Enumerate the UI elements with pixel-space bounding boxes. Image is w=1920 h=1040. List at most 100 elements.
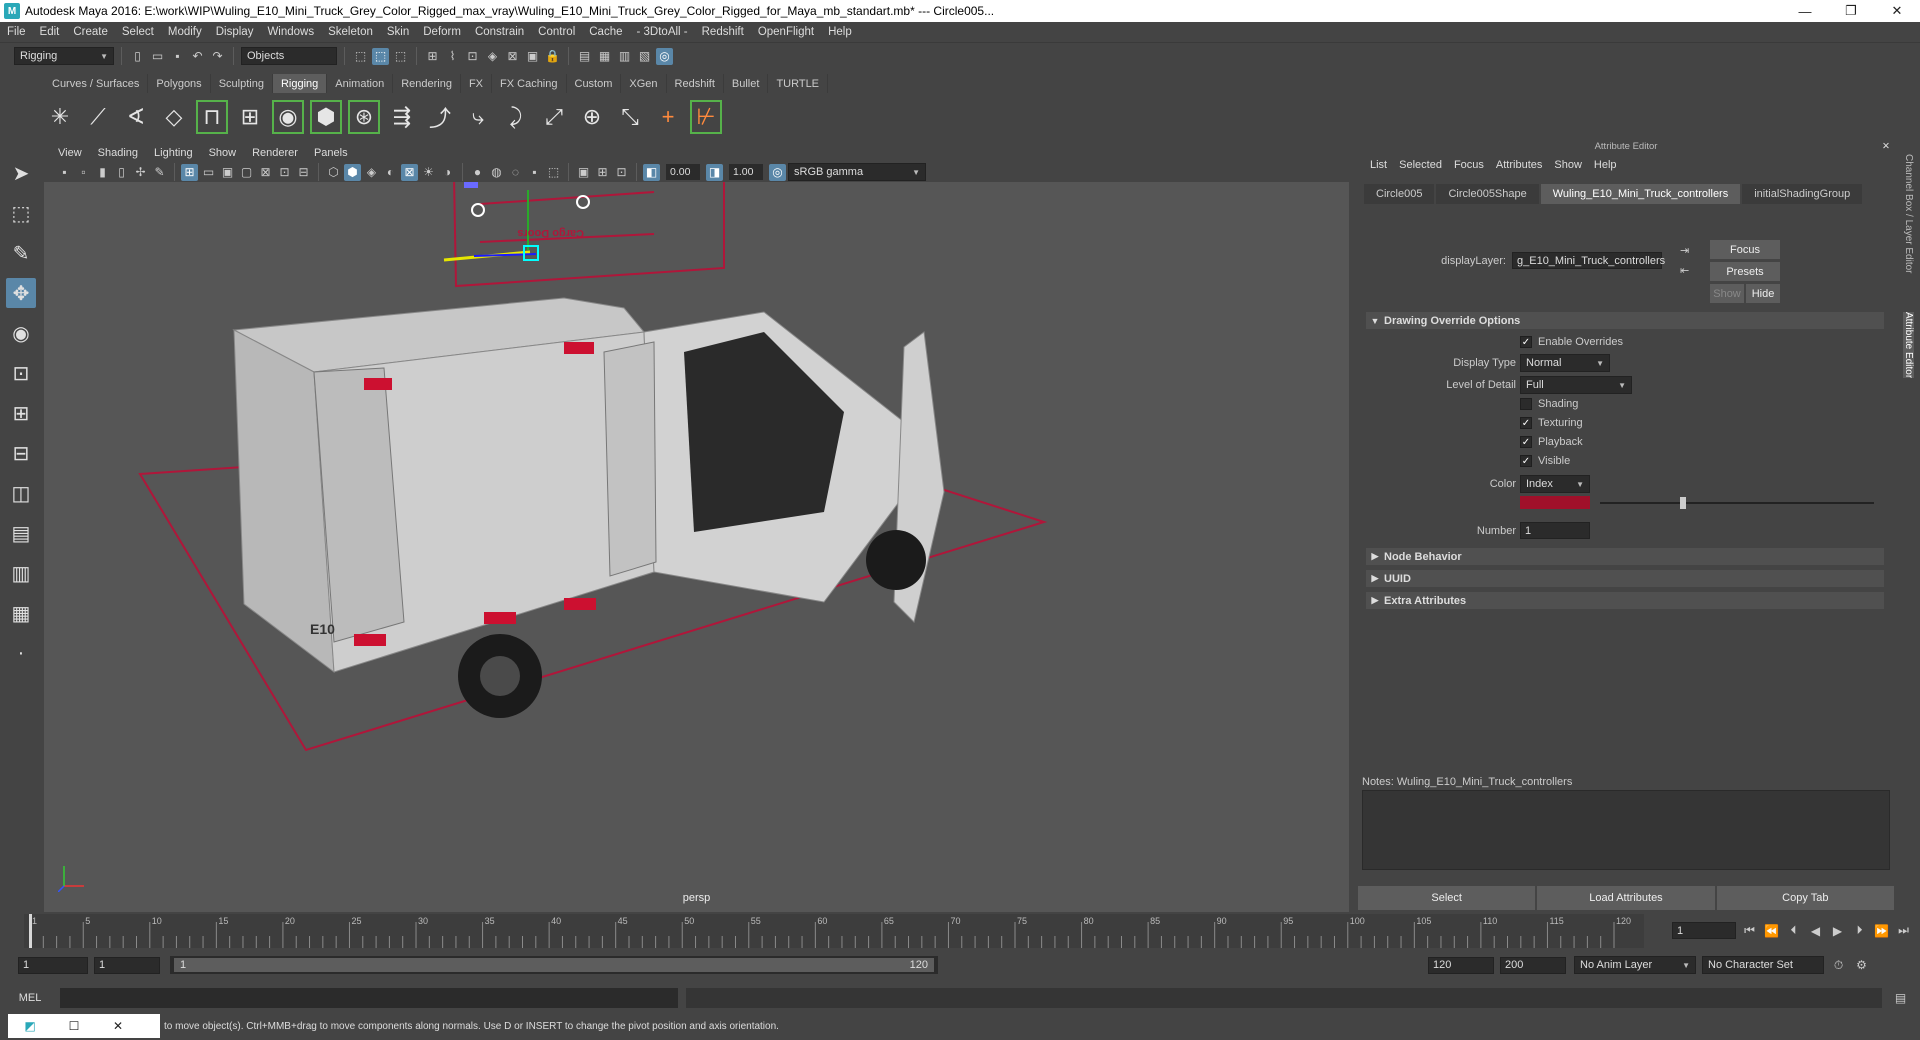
menu-constrain[interactable]: Constrain: [468, 26, 531, 38]
notes-textarea[interactable]: [1362, 790, 1890, 870]
menu-windows[interactable]: Windows: [260, 26, 321, 38]
select-hierarchy-icon[interactable]: ⬚: [352, 48, 369, 65]
gamma-icon[interactable]: ◨: [706, 163, 723, 181]
tab-curves-surfaces[interactable]: Curves / Surfaces: [44, 74, 149, 93]
lasso-tool-icon[interactable]: ⬚: [6, 198, 36, 228]
2d-pan-icon[interactable]: ✢: [132, 164, 149, 181]
motion-blur-icon[interactable]: ◍: [488, 164, 505, 181]
cluster-icon[interactable]: ⊛: [348, 99, 380, 134]
exposure-icon[interactable]: ◧: [643, 163, 660, 181]
tab-fx-caching[interactable]: FX Caching: [492, 74, 567, 93]
range-slider-bar[interactable]: 1 120: [174, 958, 934, 972]
restore-panel-icon[interactable]: ☐: [52, 1018, 96, 1035]
script-editor-icon[interactable]: ▤: [1892, 990, 1909, 1007]
vp-menu-renderer[interactable]: Renderer: [244, 147, 306, 159]
attr-menu-focus[interactable]: Focus: [1448, 159, 1490, 171]
lock-icon[interactable]: 🔒: [544, 48, 561, 65]
menu-redshift[interactable]: Redshift: [695, 26, 751, 38]
depth-of-field-icon[interactable]: ▪: [526, 164, 543, 181]
character-set-dropdown[interactable]: No Character Set: [1702, 956, 1824, 974]
snap-curve-icon[interactable]: ⌇: [444, 48, 461, 65]
step-back-key-icon[interactable]: ⏪: [1763, 922, 1780, 939]
color-swatch[interactable]: [1520, 496, 1590, 509]
tab-redshift[interactable]: Redshift: [667, 74, 724, 93]
scale-constraint-icon[interactable]: ⤢: [538, 100, 570, 134]
rotate-tool-icon[interactable]: ◉: [6, 318, 36, 348]
snap-grid-icon[interactable]: ⊞: [424, 48, 441, 65]
textured-icon[interactable]: ◐: [382, 164, 399, 181]
restore-button[interactable]: ❐: [1828, 0, 1874, 22]
lights-icon[interactable]: ☀: [420, 164, 437, 181]
slider-handle[interactable]: [1680, 497, 1687, 509]
grid-icon[interactable]: ⊞: [181, 163, 198, 181]
tab-bullet[interactable]: Bullet: [724, 74, 769, 93]
color-mode-dropdown[interactable]: Index ▼: [1520, 475, 1590, 493]
menu-help[interactable]: Help: [821, 26, 859, 38]
ambient-occlusion-icon[interactable]: ●: [469, 164, 486, 181]
uuid-section[interactable]: ▶ UUID: [1366, 570, 1884, 587]
go-to-end-icon[interactable]: ⏭: [1895, 922, 1912, 939]
camera-attr-icon[interactable]: ▫: [75, 164, 92, 181]
color-index-slider[interactable]: [1600, 497, 1874, 509]
open-scene-icon[interactable]: ▭: [149, 48, 166, 65]
menu-select[interactable]: Select: [115, 26, 161, 38]
attr-menu-help[interactable]: Help: [1588, 159, 1623, 171]
orient-constraint-icon[interactable]: ⤸: [500, 100, 532, 134]
visible-checkbox[interactable]: ✓: [1520, 455, 1532, 467]
camera-select-icon[interactable]: ▪: [56, 164, 73, 181]
color-management-icon[interactable]: ◎: [769, 163, 786, 181]
tab-turtle[interactable]: TURTLE: [768, 74, 829, 93]
graph-layout-icon[interactable]: ▥: [6, 558, 36, 588]
hide-button[interactable]: Hide: [1746, 284, 1780, 303]
tab-polygons[interactable]: Polygons: [148, 74, 211, 93]
tab-circle005shape[interactable]: Circle005Shape: [1436, 184, 1539, 204]
render-frame-icon[interactable]: ▦: [596, 48, 613, 65]
xray-icon[interactable]: ⊠: [401, 163, 418, 181]
gate-mask-icon[interactable]: ▢: [238, 164, 255, 181]
anim-layer-dropdown[interactable]: No Anim Layer ▼: [1574, 956, 1696, 974]
drawing-override-section[interactable]: ▼ Drawing Override Options: [1366, 312, 1884, 329]
frame-selected-icon[interactable]: ⊡: [613, 164, 630, 181]
ik-spline-icon[interactable]: ∢: [120, 100, 152, 134]
field-chart-icon[interactable]: ⊠: [257, 164, 274, 181]
pole-vector-icon[interactable]: ⤡: [614, 100, 646, 134]
vp-menu-panels[interactable]: Panels: [306, 147, 356, 159]
locator-icon[interactable]: +: [652, 100, 684, 134]
attr-menu-selected[interactable]: Selected: [1393, 159, 1448, 171]
focus-button[interactable]: Focus: [1710, 240, 1780, 259]
menu-edit[interactable]: Edit: [33, 26, 67, 38]
anim-prefs-icon[interactable]: ⚙: [1853, 957, 1870, 974]
hud-icon[interactable]: ▣: [575, 164, 592, 181]
visible-row[interactable]: ✓ Visible: [1520, 455, 1570, 467]
tab-xgen[interactable]: XGen: [621, 74, 667, 93]
select-object-icon[interactable]: ⬚: [372, 47, 389, 65]
extra-attributes-section[interactable]: ▶ Extra Attributes: [1366, 592, 1884, 609]
menu-control[interactable]: Control: [531, 26, 582, 38]
color-space-dropdown[interactable]: sRGB gamma ▼: [788, 163, 926, 181]
menu-skeleton[interactable]: Skeleton: [321, 26, 380, 38]
parent-constraint-icon[interactable]: ⤴: [424, 100, 456, 134]
channel-box-tab[interactable]: Channel Box / Layer Editor: [1903, 154, 1914, 274]
play-backward-icon[interactable]: ◀: [1807, 922, 1824, 939]
bind-skin-icon[interactable]: ⊞: [234, 100, 266, 134]
tab-sculpting[interactable]: Sculpting: [211, 74, 273, 93]
display-type-dropdown[interactable]: Normal ▼: [1520, 354, 1610, 372]
menu-openflight[interactable]: OpenFlight: [751, 26, 821, 38]
tab-rendering[interactable]: Rendering: [393, 74, 461, 93]
exposure-field[interactable]: 0.00: [666, 164, 700, 180]
tab-animation[interactable]: Animation: [327, 74, 394, 93]
selection-mask-dropdown[interactable]: Objects: [241, 47, 337, 65]
playback-end-field[interactable]: 120: [1428, 956, 1494, 974]
perspective-viewport[interactable]: Cargo Doors E10 persp: [44, 182, 1349, 912]
grease-pencil-icon[interactable]: ✎: [151, 164, 168, 181]
menu-modify[interactable]: Modify: [161, 26, 209, 38]
load-attributes-button[interactable]: Load Attributes: [1537, 886, 1715, 910]
step-forward-key-icon[interactable]: ⏩: [1873, 922, 1890, 939]
start-time-field[interactable]: 1: [18, 956, 88, 974]
playback-checkbox[interactable]: ✓: [1520, 436, 1532, 448]
enable-overrides-row[interactable]: ✓ Enable Overrides: [1520, 336, 1623, 348]
joint-tool-icon[interactable]: ✳: [44, 100, 76, 134]
ipr-render-icon[interactable]: ▥: [616, 48, 633, 65]
menu-cache[interactable]: Cache: [582, 26, 629, 38]
enable-overrides-checkbox[interactable]: ✓: [1520, 336, 1532, 348]
